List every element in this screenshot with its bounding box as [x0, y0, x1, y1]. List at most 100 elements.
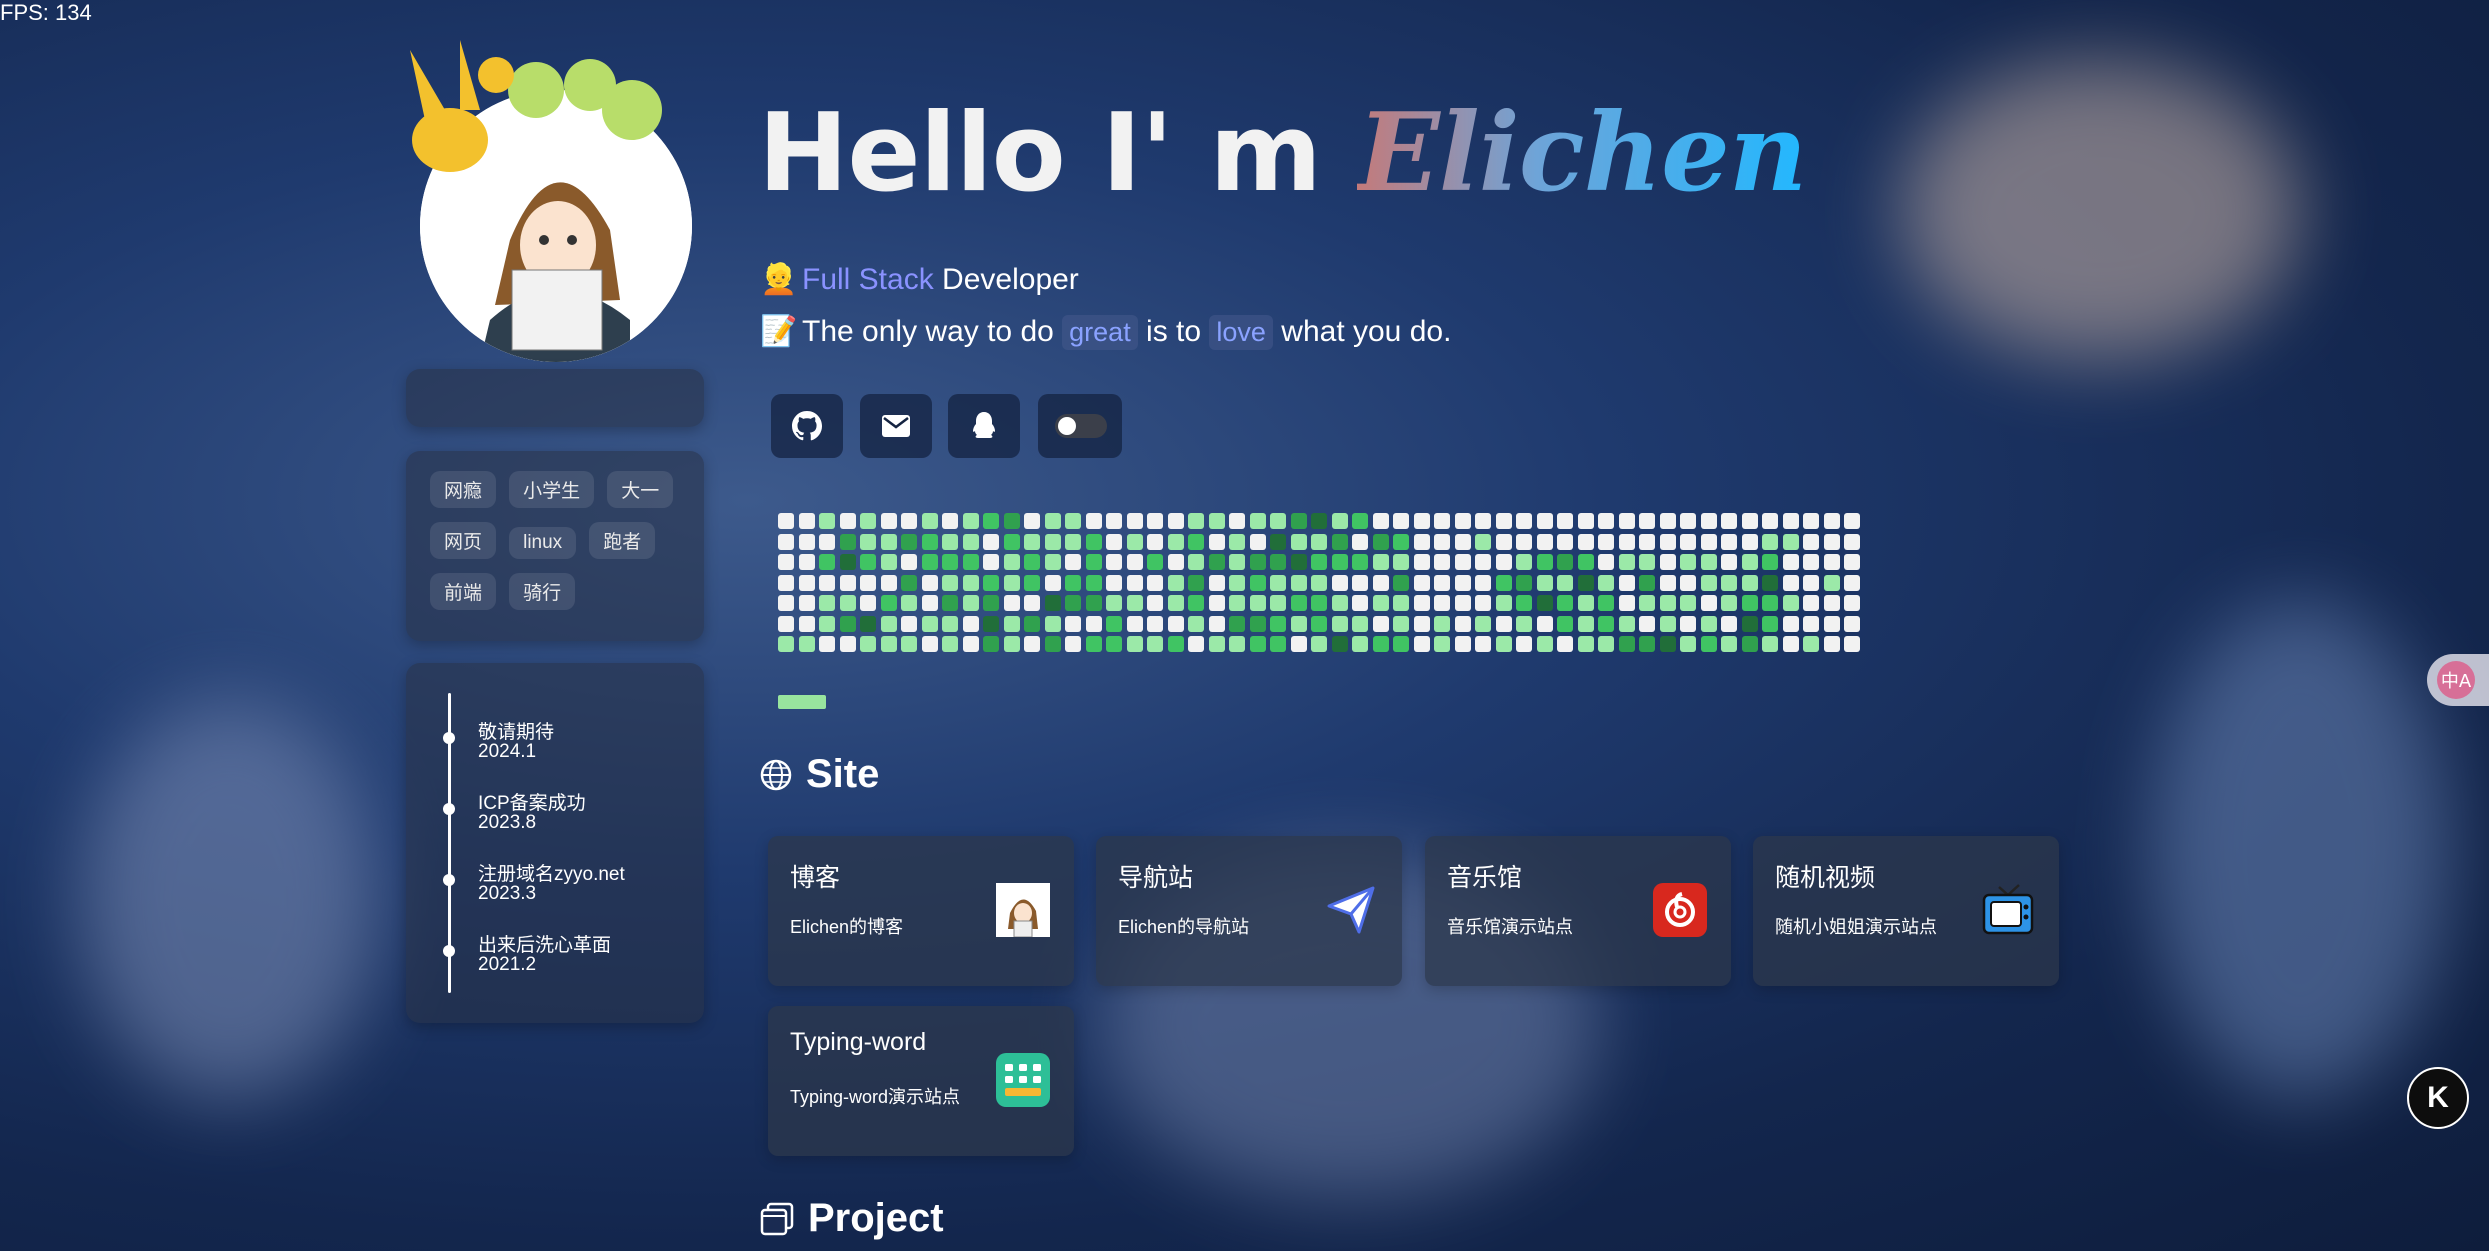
- heatmap-cell: [1700, 513, 1717, 529]
- tag: 网瘾: [430, 471, 497, 508]
- heatmap-cell: [1639, 513, 1655, 529]
- github-button[interactable]: [771, 394, 843, 458]
- heatmap-cell: [1536, 554, 1553, 570]
- heatmap-cell: [1372, 554, 1389, 570]
- heatmap-cell: [1475, 513, 1491, 529]
- heatmap-cell: [1454, 533, 1471, 550]
- site-card-music[interactable]: 音乐馆 音乐馆演示站点: [1425, 836, 1731, 986]
- heatmap-cell: [1311, 636, 1327, 652]
- heatmap-cell: [1782, 615, 1799, 632]
- quote-line: 📝 The only way to do great is to love wha…: [760, 314, 1451, 350]
- heatmap-cell: [1044, 513, 1061, 529]
- tags-panel: 网瘾 小学生 大一 网页 linux 跑者 前端 骑行: [406, 451, 704, 641]
- heatmap-cell: [1024, 513, 1040, 529]
- heatmap-cell: [1372, 574, 1389, 591]
- heatmap-cell: [1044, 533, 1061, 550]
- heatmap-cell: [1844, 554, 1860, 570]
- heatmap-cell: [860, 513, 876, 529]
- email-button[interactable]: [860, 394, 932, 458]
- heatmap-cell: [1782, 595, 1799, 611]
- heatmap-cell: [1331, 615, 1348, 632]
- heatmap-cell: [1659, 554, 1676, 570]
- heatmap-cell: [1229, 595, 1245, 611]
- heatmap-cell: [860, 615, 876, 632]
- heatmap-cell: [1618, 574, 1635, 591]
- heatmap-cell: [1803, 554, 1819, 570]
- heatmap-cell: [942, 513, 958, 529]
- heatmap-cell: [1639, 615, 1655, 632]
- heatmap-cell: [778, 636, 794, 652]
- site-card-video[interactable]: 随机视频 随机小姐姐演示站点: [1753, 836, 2059, 986]
- heatmap-cell: [1680, 513, 1696, 529]
- heatmap-cell: [962, 636, 979, 652]
- heatmap-cell: [942, 636, 958, 652]
- heatmap-cell: [1557, 574, 1573, 591]
- heatmap-cell: [1577, 636, 1594, 652]
- heatmap-cell: [1229, 554, 1245, 570]
- heatmap-cell: [1639, 533, 1655, 550]
- heatmap-cell: [901, 554, 917, 570]
- heatmap-cell: [962, 595, 979, 611]
- translate-widget[interactable]: 中A: [2427, 654, 2489, 706]
- heatmap-cell: [880, 615, 897, 632]
- site-card-blog[interactable]: 博客 Elichen的博客: [768, 836, 1074, 986]
- heatmap-cell: [1639, 595, 1655, 611]
- site-card-desc: 随机小姐姐演示站点: [1775, 917, 1937, 937]
- site-card-typing[interactable]: Typing-word Typing-word演示站点: [768, 1006, 1074, 1156]
- heatmap-cell: [1208, 574, 1225, 591]
- heatmap-cell: [1557, 554, 1573, 570]
- heatmap-cell: [778, 554, 794, 570]
- heatmap-cell: [1229, 513, 1245, 529]
- avatar: [400, 30, 700, 362]
- heatmap-cell: [1618, 595, 1635, 611]
- heatmap-cell: [1844, 574, 1860, 591]
- heatmap-cell: [1229, 574, 1245, 591]
- project-section-title: Project: [760, 1196, 944, 1241]
- theme-toggle[interactable]: [1038, 394, 1122, 458]
- qq-button[interactable]: [948, 394, 1020, 458]
- hero-name: Elichen: [1357, 90, 1807, 216]
- email-icon: [882, 415, 910, 437]
- heatmap-cell: [1331, 574, 1348, 591]
- hero-greeting: Hello I' m: [758, 91, 1358, 216]
- heatmap-cell: [1639, 636, 1655, 652]
- toggle-knob: [1058, 417, 1076, 435]
- netease-music-icon: [1653, 883, 1707, 937]
- heatmap-cell: [1680, 574, 1696, 591]
- heatmap-cell: [1024, 574, 1040, 591]
- heatmap-cell: [1598, 636, 1614, 652]
- site-card-nav[interactable]: 导航站 Elichen的导航站: [1096, 836, 1402, 986]
- heatmap-cell: [1147, 533, 1163, 550]
- background-blur: [2150, 600, 2450, 1100]
- heatmap-cell: [819, 615, 835, 632]
- heatmap-cell: [839, 615, 856, 632]
- heatmap-cell: [1598, 615, 1614, 632]
- heatmap-cell: [1352, 533, 1368, 550]
- heatmap-cell: [1188, 533, 1204, 550]
- heatmap-cell: [1516, 554, 1532, 570]
- heatmap-cell: [1823, 636, 1840, 652]
- heatmap-cell: [1844, 533, 1860, 550]
- heatmap-cell: [1290, 513, 1307, 529]
- heatmap-cell: [1762, 636, 1778, 652]
- heatmap-cell: [1249, 513, 1266, 529]
- heatmap-cell: [1413, 533, 1430, 550]
- heatmap-cell: [1085, 636, 1102, 652]
- heatmap-cell: [1372, 533, 1389, 550]
- heatmap-cell: [1167, 615, 1184, 632]
- heatmap-cell: [1762, 533, 1778, 550]
- heatmap-cell: [798, 574, 815, 591]
- heatmap-cell: [1044, 595, 1061, 611]
- heatmap-cell: [1577, 615, 1594, 632]
- paper-plane-icon: [1324, 883, 1378, 937]
- k-floating-button[interactable]: K: [2407, 1067, 2469, 1129]
- heatmap-cell: [1413, 595, 1430, 611]
- heatmap-cell: [1311, 554, 1327, 570]
- timeline-date: 2023.3: [478, 883, 537, 904]
- heatmap-cell: [1249, 574, 1266, 591]
- heatmap-cell: [1823, 513, 1840, 529]
- person-icon: 👱: [760, 263, 798, 296]
- heatmap-cell: [839, 533, 856, 550]
- heatmap-cell: [798, 595, 815, 611]
- search-bar[interactable]: [406, 369, 704, 427]
